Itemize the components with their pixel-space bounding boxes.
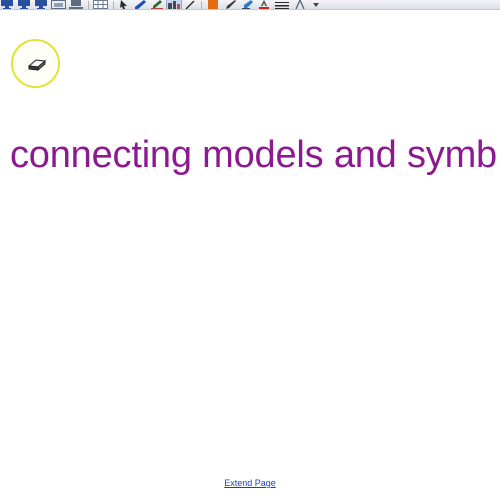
toolbar-separator [113, 1, 114, 9]
table-icon[interactable] [93, 0, 108, 9]
toolbar [0, 0, 500, 10]
screen-capture-icon[interactable] [69, 0, 83, 9]
extend-page-link[interactable]: Extend Page [224, 478, 276, 488]
toolbar-separator [88, 1, 89, 9]
creative-pen-icon[interactable] [150, 0, 164, 9]
eraser-cursor-icon [27, 57, 47, 76]
pen-icon[interactable] [133, 0, 147, 9]
page-heading: connecting models and symb [10, 134, 497, 176]
line-style-icon[interactable] [274, 0, 290, 9]
extend-page-container: Extend Page [0, 477, 500, 489]
display-icon-3[interactable] [34, 0, 48, 9]
fill-icon[interactable] [223, 0, 237, 9]
display-icon-2[interactable] [17, 0, 31, 9]
image-icon[interactable] [51, 0, 66, 9]
toolbar-separator [201, 1, 202, 9]
text-color-icon[interactable] [257, 0, 271, 9]
select-pointer-icon[interactable] [118, 0, 130, 9]
more-options-icon[interactable] [310, 0, 322, 9]
line-icon[interactable] [184, 0, 196, 9]
eraser-tool-icon[interactable] [166, 0, 182, 9]
shapes-icon[interactable] [206, 0, 220, 9]
display-icon-1[interactable] [0, 0, 14, 9]
compass-icon[interactable] [293, 0, 307, 9]
whiteboard-page[interactable]: connecting models and symb Extend Page [0, 0, 500, 500]
highlighter-icon[interactable] [240, 0, 254, 9]
